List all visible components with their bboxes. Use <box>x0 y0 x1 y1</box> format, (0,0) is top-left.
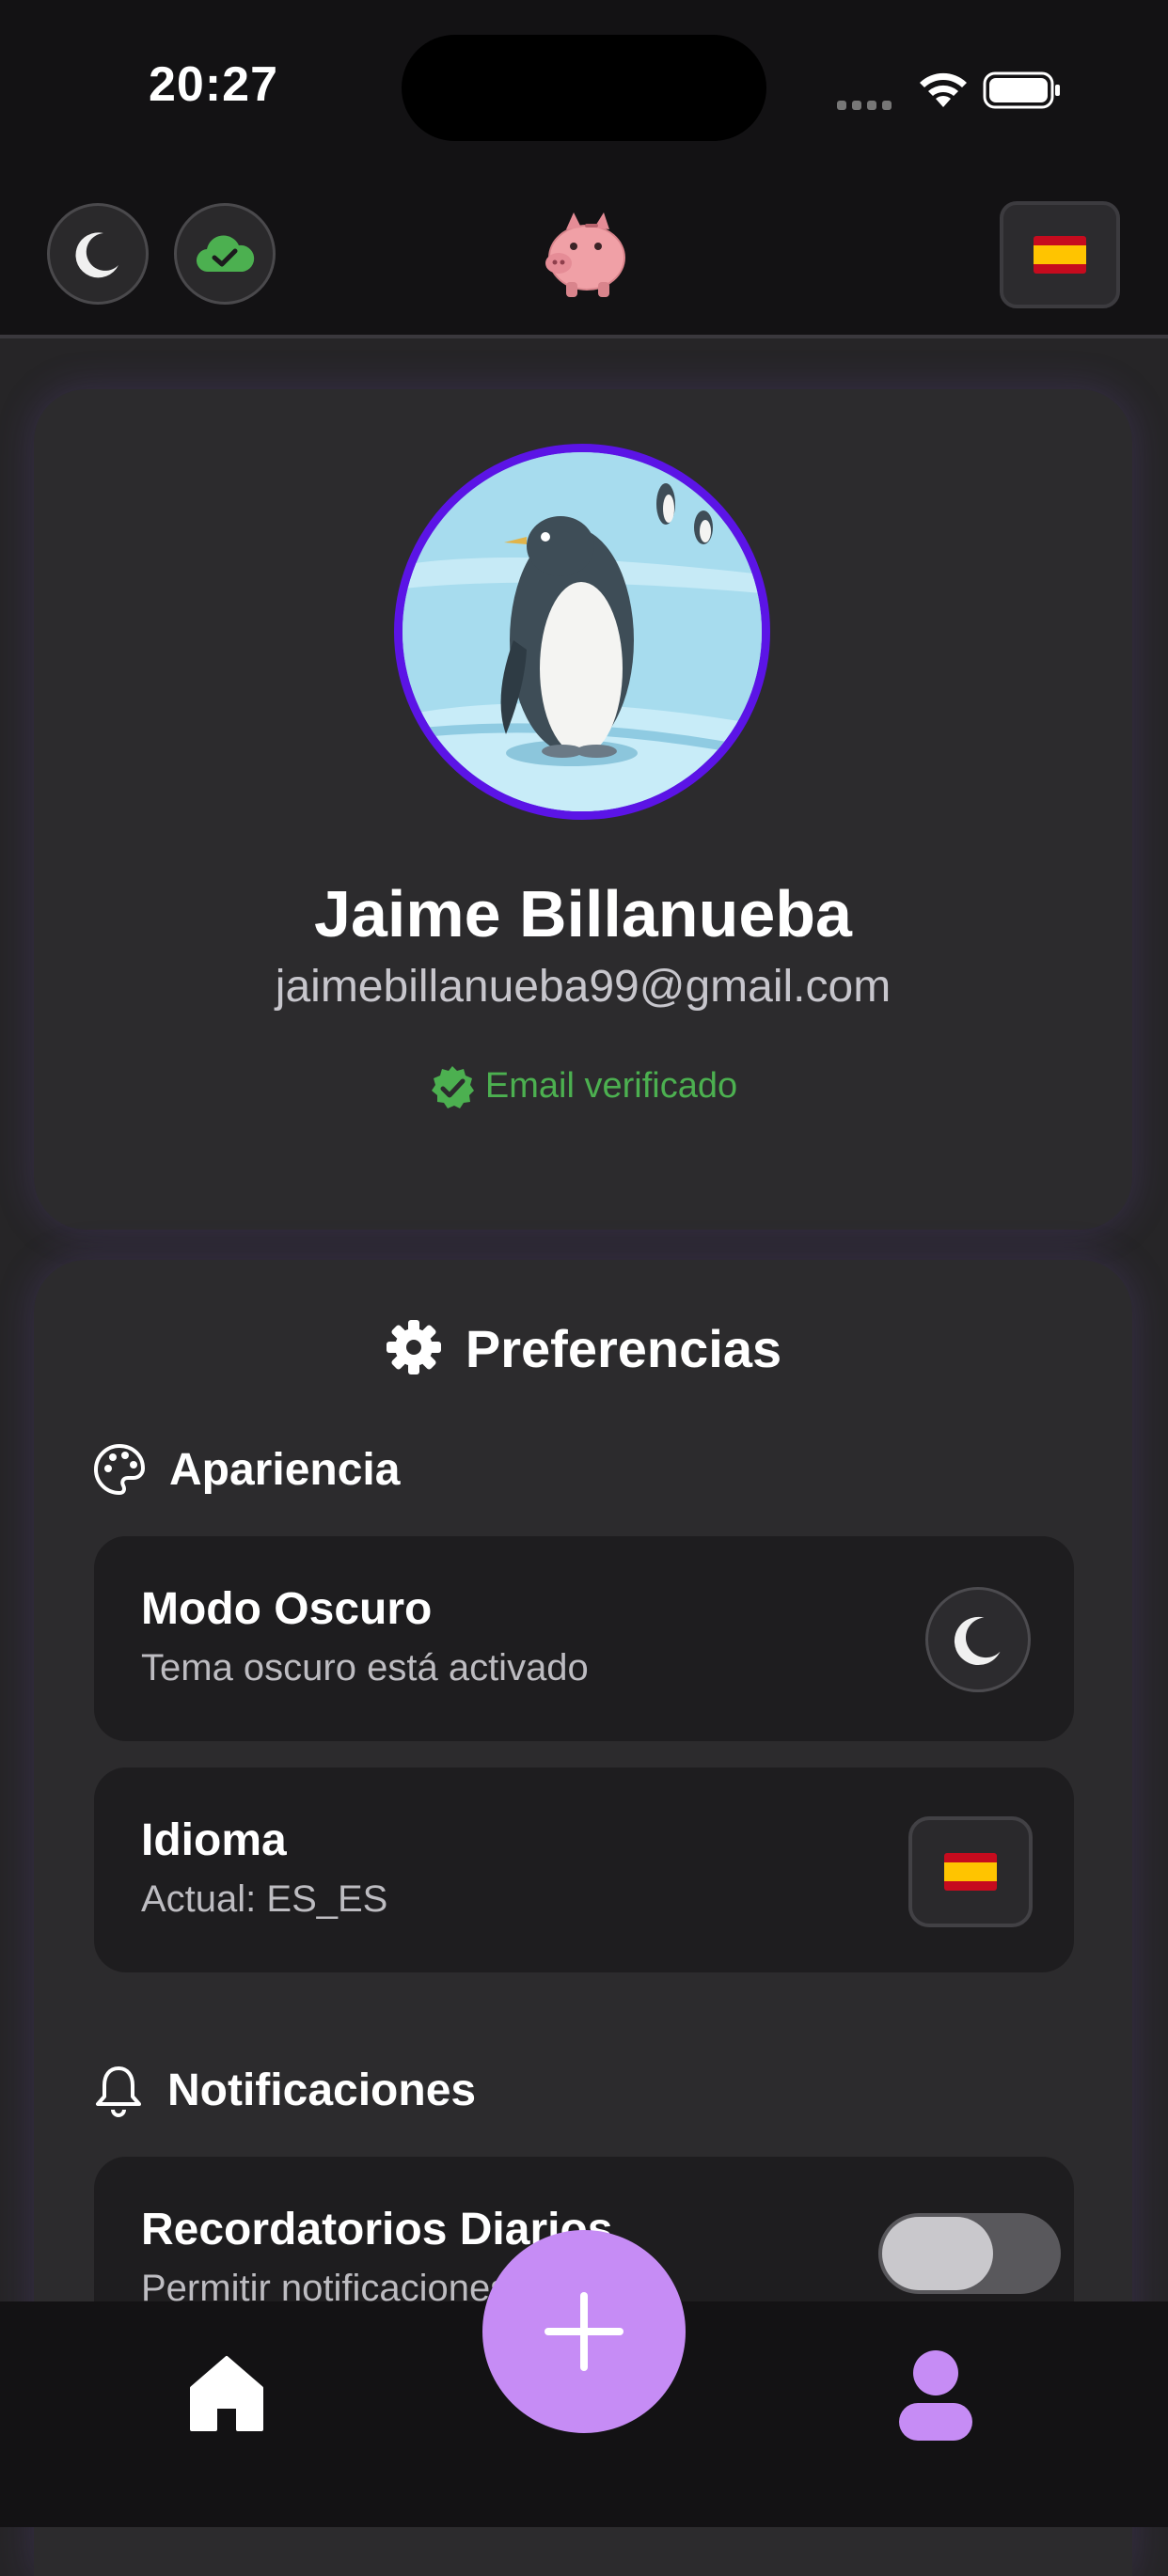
piggy-bank-logo <box>545 212 625 297</box>
profile-name: Jaime Billanueba <box>314 877 852 950</box>
moon-icon <box>954 1616 1001 1666</box>
notifications-heading: Notificaciones <box>92 2063 476 2117</box>
dark-mode-title: Modo Oscuro <box>141 1584 433 1634</box>
spain-flag-icon <box>944 1853 997 1891</box>
language-row[interactable]: Idioma Actual: ES_ES <box>94 1767 1074 1972</box>
battery-icon <box>983 71 1060 109</box>
preferences-title: Preferencias <box>34 1318 1132 1382</box>
profile-card: Jaime Billanueba jaimebillanueba99@gmail… <box>34 389 1132 1230</box>
verified-check-icon <box>431 1066 474 1108</box>
wifi-icon <box>920 72 967 107</box>
avatar[interactable] <box>394 444 770 820</box>
dynamic-island <box>402 35 766 141</box>
plus-icon <box>545 2292 623 2371</box>
bell-icon <box>96 2066 141 2117</box>
language-select-button[interactable] <box>908 1816 1033 1927</box>
add-transaction-button[interactable] <box>482 2230 686 2433</box>
penguin-avatar-image <box>402 452 762 811</box>
top-bar: 20:27 <box>0 0 1168 337</box>
cellular-signal-icon <box>837 98 897 115</box>
verified-label: Email verificado <box>484 1066 738 1107</box>
palette-icon <box>94 1443 146 1496</box>
home-icon[interactable] <box>184 2350 269 2435</box>
preferences-title-text: Preferencias <box>465 1319 782 1378</box>
moon-icon <box>75 232 118 278</box>
appearance-heading: Apariencia <box>92 1442 400 1497</box>
language-flag-button[interactable] <box>1000 201 1120 308</box>
appearance-heading-text: Apariencia <box>169 1444 401 1495</box>
dark-mode-row[interactable]: Modo Oscuro Tema oscuro está activado <box>94 1536 1074 1741</box>
daily-reminders-switch[interactable] <box>878 2213 1061 2294</box>
gear-icon <box>386 1320 441 1375</box>
language-subtitle: Actual: ES_ES <box>141 1878 388 1920</box>
cloud-check-icon <box>196 235 255 273</box>
verified-badge: Email verificado <box>34 1064 1132 1111</box>
profile-email: jaimebillanueba99@gmail.com <box>275 962 892 1012</box>
theme-toggle-button[interactable] <box>47 203 149 305</box>
status-icons <box>832 64 1067 120</box>
switch-knob <box>882 2217 993 2290</box>
notifications-heading-text: Notificaciones <box>167 2065 477 2115</box>
status-time: 20:27 <box>149 57 278 112</box>
language-title: Idioma <box>141 1815 287 1865</box>
spain-flag-icon <box>1034 236 1086 274</box>
dark-mode-subtitle: Tema oscuro está activado <box>141 1647 589 1689</box>
dark-mode-toggle[interactable] <box>925 1587 1031 1692</box>
header-divider <box>0 335 1168 338</box>
cloud-sync-button[interactable] <box>174 203 276 305</box>
profile-icon[interactable] <box>893 2348 978 2442</box>
